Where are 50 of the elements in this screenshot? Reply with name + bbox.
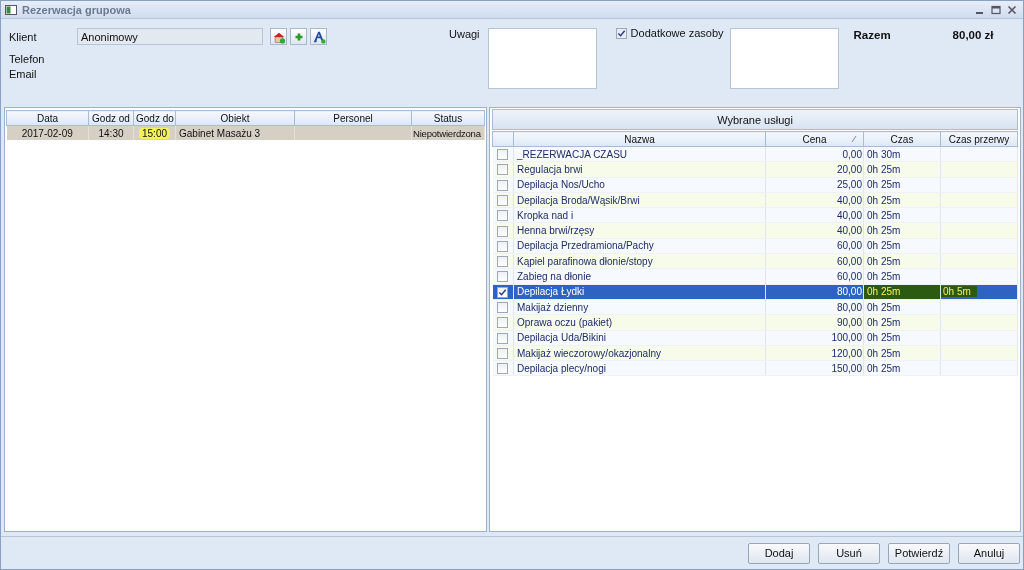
checkbox[interactable] <box>497 179 509 191</box>
field-label: Klient <box>9 30 38 43</box>
column-header[interactable]: Godz do <box>133 110 176 126</box>
column-header[interactable]: Status <box>411 110 485 126</box>
column-header[interactable]: Nazwa <box>513 131 766 147</box>
checkbox[interactable] <box>497 302 509 314</box>
checkbox[interactable] <box>497 164 509 176</box>
house-button[interactable] <box>270 28 287 45</box>
add-button[interactable] <box>290 28 307 45</box>
checkbox[interactable] <box>497 317 509 329</box>
client-field[interactable]: Anonimowy <box>77 28 263 45</box>
dialog-button[interactable]: Usuń <box>818 542 880 564</box>
checkbox-label: Dodatkowe zasoby <box>630 27 724 39</box>
field-label: Uwagi <box>449 28 480 40</box>
column-header[interactable]: Czas <box>863 131 941 147</box>
checkbox[interactable] <box>497 363 509 375</box>
checkbox[interactable] <box>497 271 509 283</box>
checkbox[interactable] <box>497 240 509 252</box>
dialog-button[interactable]: Potwierdź <box>888 542 950 564</box>
column-header[interactable]: Data <box>6 110 89 126</box>
total-label: Razem <box>853 29 891 41</box>
total-value: 80,00 zł <box>952 29 994 41</box>
checkbox[interactable] <box>497 332 509 344</box>
checkbox[interactable] <box>497 149 509 161</box>
letter-a-button[interactable] <box>310 28 327 45</box>
dialog-button[interactable]: Dodaj <box>748 542 810 564</box>
checkbox[interactable] <box>615 27 627 39</box>
checkbox[interactable] <box>497 225 509 237</box>
maximize-icon[interactable] <box>991 4 1001 15</box>
column-header[interactable]: Personel <box>294 110 412 126</box>
checkbox[interactable] <box>497 210 509 222</box>
window-title: Rezerwacja grupowa <box>22 3 131 16</box>
checkbox[interactable] <box>497 256 509 268</box>
field-label: Email <box>9 68 38 80</box>
notes-field[interactable] <box>487 28 597 89</box>
grid-title: Wybrane usługi <box>492 109 1018 130</box>
field-label: Telefon <box>9 53 46 65</box>
letter-a-icon <box>311 29 326 44</box>
checkbox[interactable] <box>497 286 509 298</box>
close-icon[interactable] <box>1007 4 1017 15</box>
column-header[interactable]: Cena <box>765 131 864 147</box>
column-header[interactable]: Obiekt <box>175 110 295 126</box>
sort-icon <box>851 135 857 143</box>
checkbox[interactable] <box>497 347 509 359</box>
resources-field[interactable] <box>729 28 839 89</box>
dialog-button[interactable]: Anuluj <box>958 542 1020 564</box>
column-header[interactable]: Czas przerwy <box>940 131 1018 147</box>
window-icon <box>5 4 17 15</box>
column-header[interactable]: Godz od <box>88 110 134 126</box>
checkbox[interactable] <box>497 194 509 206</box>
